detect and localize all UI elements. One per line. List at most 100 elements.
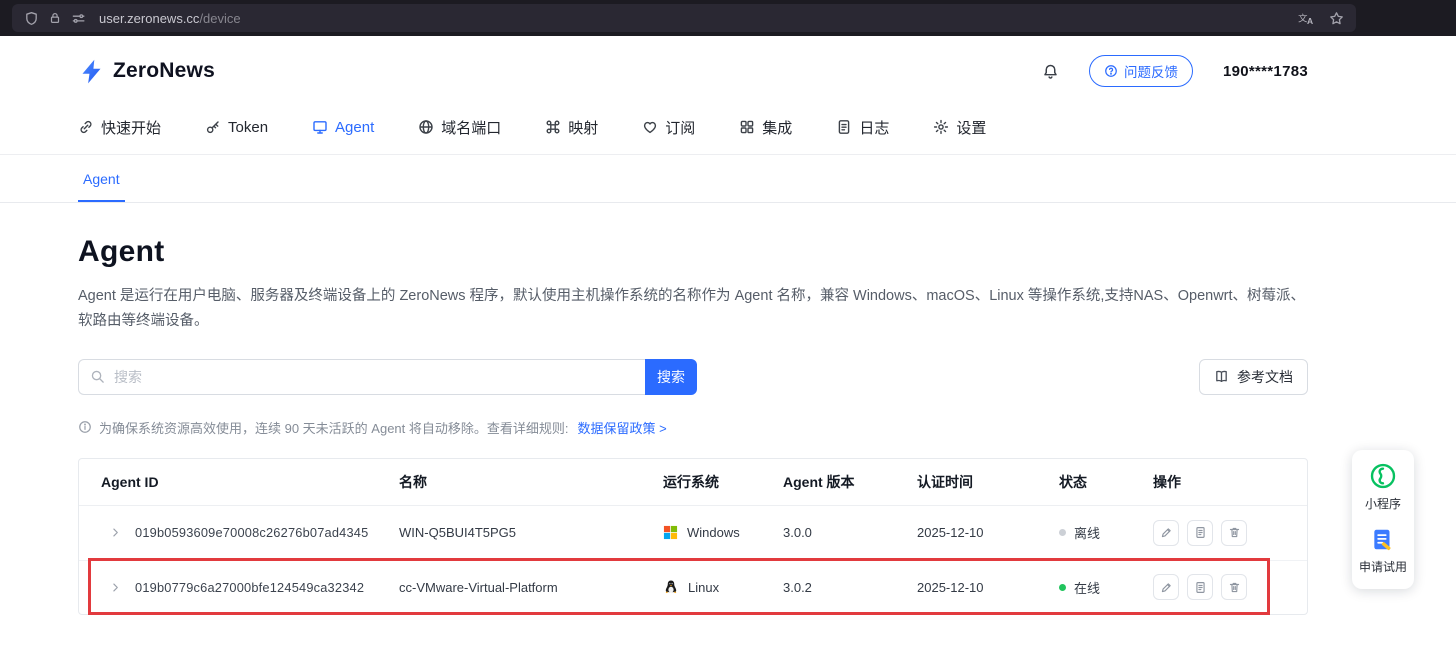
permissions-icon[interactable] — [71, 11, 86, 26]
expand-row-button[interactable] — [109, 581, 122, 594]
search-box — [78, 359, 645, 395]
trial-doc-icon — [1370, 527, 1396, 553]
nav-item-label: 映射 — [568, 117, 598, 138]
main-content: Agent Agent 是运行在用户电脑、服务器及终端设备上的 ZeroNews… — [0, 203, 1456, 615]
info-icon — [78, 420, 92, 434]
table-body: 019b0593609e70008c26276b07ad4345 WIN-Q5B… — [79, 506, 1307, 614]
nav-item-token[interactable]: Token — [205, 119, 268, 136]
nav-item-domain-port[interactable]: 域名端口 — [418, 117, 501, 138]
auth-time: 2025-12-10 — [917, 525, 1059, 540]
delete-agent-button[interactable] — [1221, 520, 1247, 546]
agent-id: 019b0593609e70008c26276b07ad4345 — [135, 525, 368, 540]
browser-chrome: user.zeronews.cc/device 文A — [0, 0, 1456, 36]
app-header: ZeroNews 问题反馈 190****1783 快速开始 Token Agent… — [0, 36, 1456, 155]
column-header: 操作 — [1153, 472, 1307, 492]
table-header-row: Agent ID名称运行系统Agent 版本认证时间状态操作 — [79, 459, 1307, 506]
nav-item-label: 设置 — [956, 117, 986, 138]
tab-agent[interactable]: Agent — [78, 155, 125, 202]
search-icon — [90, 369, 105, 384]
lock-icon[interactable] — [48, 11, 62, 25]
page-title: Agent — [78, 235, 1308, 269]
agent-version: 3.0.0 — [783, 525, 917, 540]
nav-item-logs[interactable]: 日志 — [836, 117, 889, 138]
column-header: Agent ID — [79, 474, 399, 490]
os-label: Linux — [688, 580, 719, 595]
column-header: 认证时间 — [917, 472, 1059, 492]
nav-item-label: Agent — [335, 119, 374, 136]
file-icon — [836, 119, 852, 135]
url-bar[interactable]: user.zeronews.cc/device 文A — [12, 4, 1356, 32]
translate-icon[interactable]: 文A — [1298, 11, 1315, 26]
main-nav: 快速开始 Token Agent 域名端口 映射 订阅 集成 日志 设置 — [78, 100, 1308, 154]
search-button[interactable]: 搜索 — [645, 359, 697, 395]
tab-strip: Agent — [0, 155, 1456, 203]
column-header: 运行系统 — [663, 472, 783, 492]
nav-item-subscribe[interactable]: 订阅 — [642, 117, 695, 138]
bell-icon — [1042, 63, 1059, 80]
key-icon — [205, 119, 221, 135]
zeronews-logo-icon — [78, 58, 105, 85]
column-header: Agent 版本 — [783, 472, 917, 492]
retention-notice: 为确保系统资源高效使用，连续 90 天未活跃的 Agent 将自动移除。查看详细… — [78, 418, 1308, 437]
search-input[interactable] — [114, 369, 634, 385]
status-dot — [1059, 584, 1066, 591]
delete-agent-button[interactable] — [1221, 574, 1247, 600]
edit-agent-button[interactable] — [1153, 520, 1179, 546]
float-item-trial[interactable]: 申请试用 — [1359, 527, 1407, 575]
zeronews-logo[interactable]: ZeroNews — [78, 58, 215, 85]
windows-icon — [663, 525, 678, 540]
grid-icon — [739, 119, 755, 135]
book-icon — [1214, 369, 1229, 384]
reference-docs-button[interactable]: 参考文档 — [1199, 359, 1308, 395]
nav-item-mapping[interactable]: 映射 — [545, 117, 598, 138]
agent-detail-button[interactable] — [1187, 574, 1213, 600]
url-text: user.zeronews.cc/device — [99, 11, 1289, 26]
shield-icon[interactable] — [24, 11, 39, 26]
page-description: Agent 是运行在用户电脑、服务器及终端设备上的 ZeroNews 程序，默认… — [78, 284, 1308, 335]
url-path: /device — [199, 11, 240, 26]
nav-item-quickstart[interactable]: 快速开始 — [78, 117, 161, 138]
nav-item-label: 订阅 — [665, 117, 695, 138]
bookmark-star-icon[interactable] — [1329, 11, 1344, 26]
os-label: Windows — [687, 525, 740, 540]
floating-side-panel: 小程序申请试用 — [1352, 450, 1414, 589]
feedback-label: 问题反馈 — [1124, 61, 1178, 81]
heart-icon — [642, 119, 658, 135]
agent-row: 019b0593609e70008c26276b07ad4345 WIN-Q5B… — [79, 506, 1307, 560]
url-host: user.zeronews.cc — [99, 11, 199, 26]
nav-item-label: 域名端口 — [441, 117, 501, 138]
agent-row: 019b0779c6a27000bfe124549ca32342 cc-VMwa… — [79, 560, 1307, 614]
gear-icon — [933, 119, 949, 135]
expand-row-button[interactable] — [109, 526, 122, 539]
brand-name: ZeroNews — [113, 59, 215, 83]
svg-text:A: A — [1307, 16, 1313, 26]
account-phone[interactable]: 190****1783 — [1223, 63, 1308, 80]
float-item-miniprogram[interactable]: 小程序 — [1365, 462, 1401, 512]
status-dot — [1059, 529, 1066, 536]
auth-time: 2025-12-10 — [917, 580, 1059, 595]
nav-item-label: 集成 — [762, 117, 792, 138]
agent-detail-button[interactable] — [1187, 520, 1213, 546]
nav-item-label: 日志 — [859, 117, 889, 138]
notifications-button[interactable] — [1042, 63, 1059, 80]
nav-item-integration[interactable]: 集成 — [739, 117, 792, 138]
float-item-label: 小程序 — [1365, 495, 1401, 512]
data-retention-policy-link[interactable]: 数据保留政策 > — [578, 418, 667, 437]
status-label: 在线 — [1074, 578, 1100, 597]
nav-item-settings[interactable]: 设置 — [933, 117, 986, 138]
agent-table: Agent ID名称运行系统Agent 版本认证时间状态操作 019b05936… — [78, 458, 1308, 615]
nav-item-agent[interactable]: Agent — [312, 119, 374, 136]
notice-text: 为确保系统资源高效使用，连续 90 天未活跃的 Agent 将自动移除。查看详细… — [99, 418, 569, 437]
monitor-icon — [312, 119, 328, 135]
command-icon — [545, 119, 561, 135]
feedback-button[interactable]: 问题反馈 — [1089, 55, 1193, 87]
nav-item-label: 快速开始 — [101, 117, 161, 138]
float-item-label: 申请试用 — [1359, 558, 1407, 575]
edit-agent-button[interactable] — [1153, 574, 1179, 600]
nav-item-label: Token — [228, 119, 268, 136]
link-icon — [78, 119, 94, 135]
linux-icon — [663, 579, 679, 595]
miniprogram-icon — [1369, 462, 1397, 490]
agent-version: 3.0.2 — [783, 580, 917, 595]
agent-id: 019b0779c6a27000bfe124549ca32342 — [135, 580, 364, 595]
